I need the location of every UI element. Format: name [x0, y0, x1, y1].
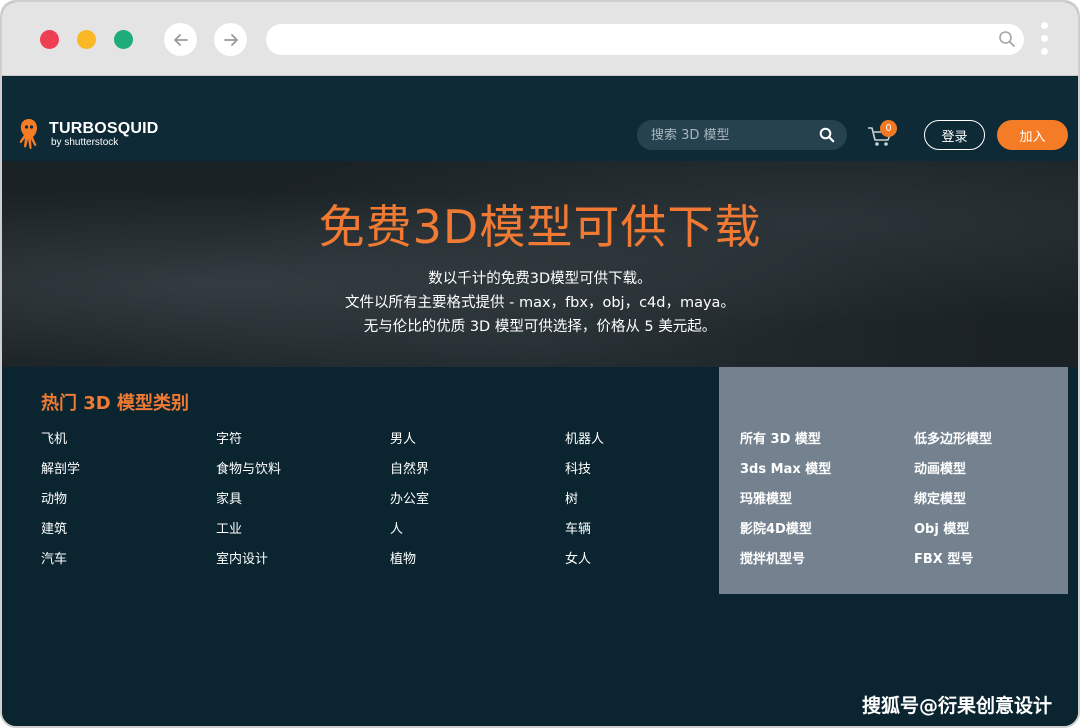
browser-chrome [2, 2, 1078, 76]
category-link[interactable]: 解剖学 [41, 461, 80, 491]
search-icon[interactable] [819, 127, 835, 143]
search-icon[interactable] [998, 30, 1016, 48]
categories-heading: 热门 3D 模型类别 [41, 393, 189, 414]
format-link[interactable]: 低多边形模型 [914, 431, 992, 461]
category-link[interactable]: 办公室 [390, 491, 429, 521]
watermark-text: 搜狐号@衍果创意设计 [861, 695, 1052, 717]
login-button[interactable]: 登录 [924, 120, 985, 150]
category-link[interactable]: 食物与饮料 [216, 461, 281, 491]
format-link[interactable]: 玛雅模型 [740, 491, 831, 521]
category-link[interactable]: 工业 [216, 521, 281, 551]
logo-title: TURBOSQUID [49, 119, 159, 137]
hero-description-line-3: 无与伦比的优质 3D 模型可供选择，价格从 5 美元起。 [363, 319, 717, 335]
format-link[interactable]: 3ds Max 模型 [740, 461, 831, 491]
squid-logo-icon [19, 119, 37, 150]
forward-button[interactable] [214, 23, 247, 56]
close-window-button[interactable] [40, 30, 59, 49]
format-link[interactable]: 绑定模型 [914, 491, 992, 521]
logo-subtitle: by shutterstock [51, 136, 119, 148]
category-link[interactable]: 科技 [565, 461, 604, 491]
site-header: TURBOSQUID by shutterstock 0 登录 加入 [2, 77, 1078, 161]
format-link[interactable]: 影院4D模型 [740, 521, 831, 551]
format-link[interactable]: FBX 型号 [914, 551, 992, 581]
format-column-1: 所有 3D 模型 3ds Max 模型 玛雅模型 影院4D模型 搅拌机型号 [740, 431, 831, 581]
category-link[interactable]: 男人 [390, 431, 429, 461]
category-column-3: 男人 自然界 办公室 人 植物 [390, 431, 429, 581]
kebab-menu-icon[interactable] [1039, 22, 1049, 58]
category-link[interactable]: 女人 [565, 551, 604, 581]
hero-description-line-2: 文件以所有主要格式提供 - max，fbx，obj，c4d，maya。 [345, 295, 735, 311]
category-link[interactable]: 植物 [390, 551, 429, 581]
maximize-window-button[interactable] [114, 30, 133, 49]
minimize-window-button[interactable] [77, 30, 96, 49]
category-link[interactable]: 家具 [216, 491, 281, 521]
popular-categories-section: 热门 3D 模型类别 飞机 解剖学 动物 建筑 汽车 字符 食物与饮料 家具 工… [2, 367, 1078, 726]
category-link[interactable]: 机器人 [565, 431, 604, 461]
back-button[interactable] [164, 23, 197, 56]
format-link[interactable]: 搅拌机型号 [740, 551, 831, 581]
arrow-left-icon [173, 33, 188, 46]
hero-banner: 免费3D模型可供下载 数以千计的免费3D模型可供下载。 文件以所有主要格式提供 … [2, 161, 1078, 367]
category-link[interactable]: 汽车 [41, 551, 80, 581]
browser-window: TURBOSQUID by shutterstock 0 登录 加入 免费3D模… [0, 0, 1080, 728]
site-search-bar [637, 120, 847, 150]
hero-title: 免费3D模型可供下载 [318, 200, 762, 254]
hero-description-line-1: 数以千计的免费3D模型可供下载。 [428, 271, 652, 287]
format-models-panel: 所有 3D 模型 3ds Max 模型 玛雅模型 影院4D模型 搅拌机型号 低多… [719, 367, 1068, 594]
category-link[interactable]: 飞机 [41, 431, 80, 461]
format-column-2: 低多边形模型 动画模型 绑定模型 Obj 模型 FBX 型号 [914, 431, 992, 581]
format-link[interactable]: Obj 模型 [914, 521, 992, 551]
arrow-right-icon [223, 33, 238, 46]
category-link[interactable]: 人 [390, 521, 429, 551]
category-link[interactable]: 车辆 [565, 521, 604, 551]
category-column-2: 字符 食物与饮料 家具 工业 室内设计 [216, 431, 281, 581]
category-link[interactable]: 自然界 [390, 461, 429, 491]
category-link[interactable]: 室内设计 [216, 551, 281, 581]
format-link[interactable]: 动画模型 [914, 461, 992, 491]
cart-count-badge: 0 [880, 120, 897, 137]
category-column-4: 机器人 科技 树 车辆 女人 [565, 431, 604, 581]
search-input[interactable] [651, 127, 811, 143]
address-bar[interactable] [266, 24, 1024, 55]
category-link[interactable]: 动物 [41, 491, 80, 521]
category-link[interactable]: 建筑 [41, 521, 80, 551]
category-link[interactable]: 树 [565, 491, 604, 521]
join-button[interactable]: 加入 [997, 120, 1068, 150]
category-link[interactable]: 字符 [216, 431, 281, 461]
format-link[interactable]: 所有 3D 模型 [740, 431, 831, 461]
site-logo[interactable]: TURBOSQUID by shutterstock [15, 117, 159, 151]
category-column-1: 飞机 解剖学 动物 建筑 汽车 [41, 431, 80, 581]
